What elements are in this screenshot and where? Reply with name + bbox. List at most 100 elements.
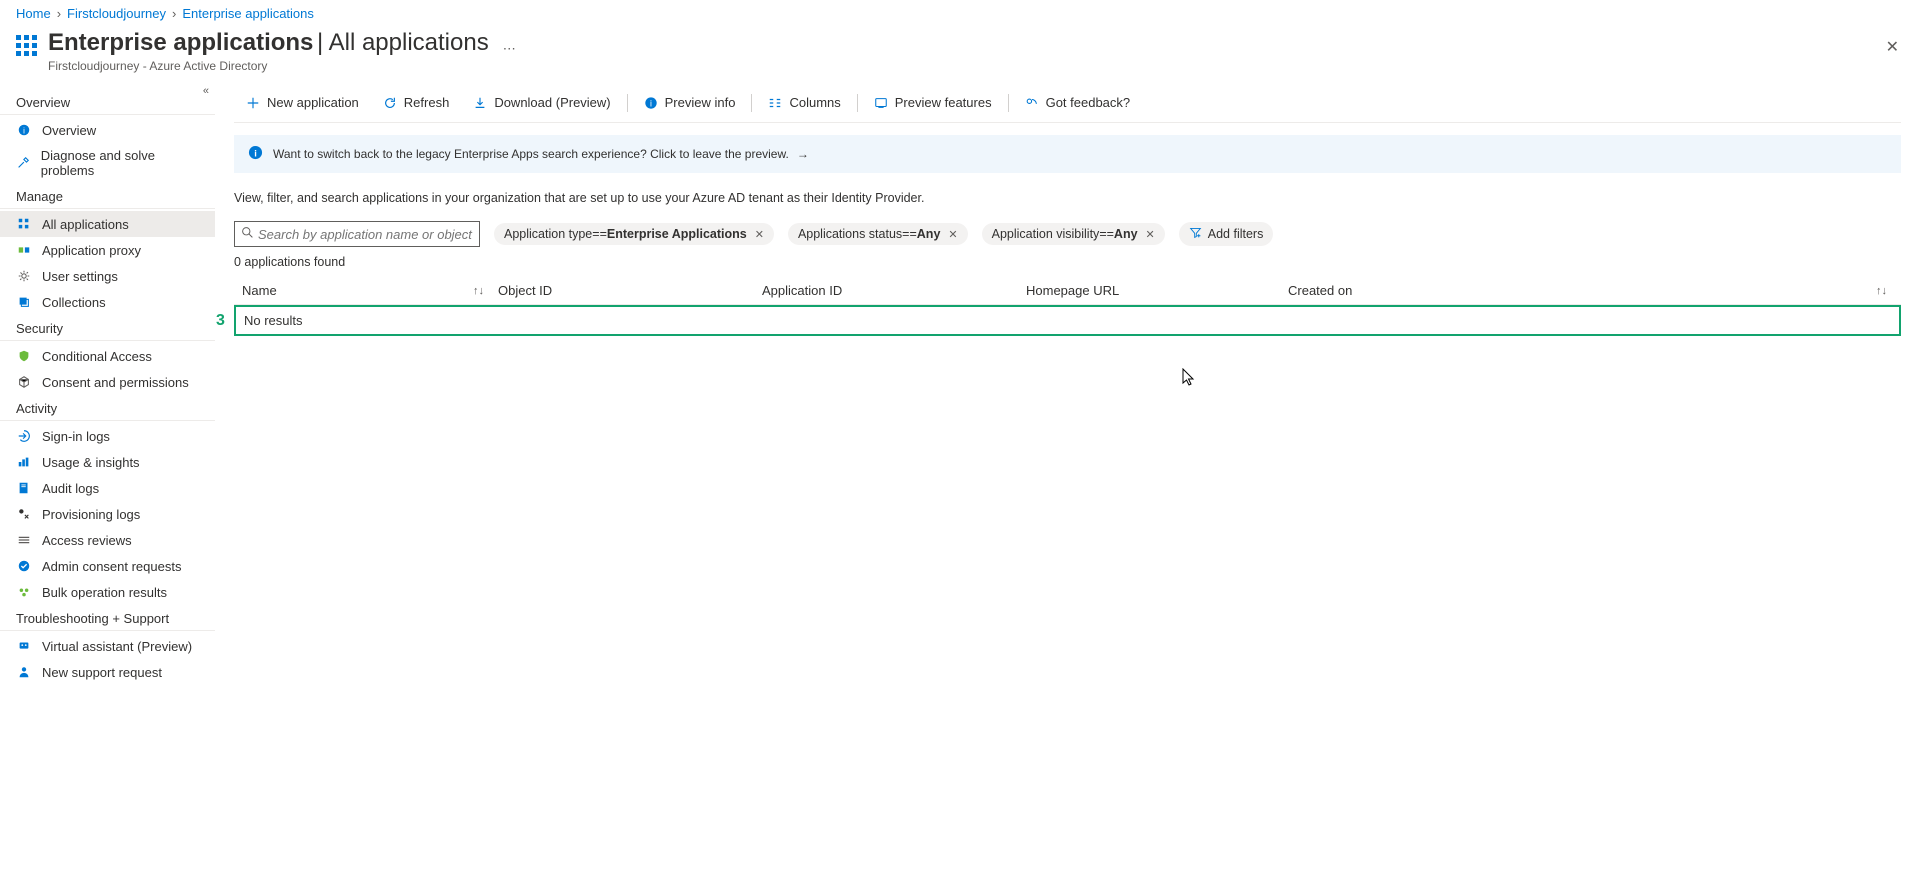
proxy-icon — [16, 242, 32, 258]
sidebar-item-user-settings[interactable]: User settings — [0, 263, 215, 289]
column-created-on[interactable]: Created on ↑↓ — [1288, 283, 1901, 298]
sort-icon[interactable]: ↑↓ — [1876, 285, 1887, 297]
sidebar: « OverviewiOverviewDiagnose and solve pr… — [0, 83, 216, 873]
sidebar-item-label: All applications — [42, 217, 129, 232]
filter-application-visibility[interactable]: Application visibility == Any ✕ — [982, 223, 1165, 245]
toolbar-label: Got feedback? — [1046, 95, 1131, 110]
info-icon: i — [248, 145, 263, 163]
new-application-button[interactable]: New application — [234, 91, 371, 114]
sidebar-item-bulk-operation-results[interactable]: Bulk operation results — [0, 579, 215, 605]
toolbar-label: Columns — [789, 95, 840, 110]
sidebar-item-usage-insights[interactable]: Usage & insights — [0, 449, 215, 475]
download-button[interactable]: Download (Preview) — [461, 91, 622, 114]
toolbar-label: Preview features — [895, 95, 992, 110]
preview-banner[interactable]: i Want to switch back to the legacy Ente… — [234, 135, 1901, 173]
column-name[interactable]: Name ↑↓ — [234, 283, 498, 298]
divider — [627, 94, 628, 112]
toolbar-label: Refresh — [404, 95, 450, 110]
search-icon — [241, 226, 254, 242]
filter-label: Add filters — [1208, 227, 1264, 241]
sort-icon[interactable]: ↑↓ — [473, 285, 484, 297]
sidebar-item-label: Virtual assistant (Preview) — [42, 639, 192, 654]
toolbar-label: New application — [267, 95, 359, 110]
collections-icon — [16, 294, 32, 310]
wrench-icon — [16, 155, 31, 171]
signin-icon — [16, 428, 32, 444]
gear-icon — [16, 268, 32, 284]
close-icon[interactable]: ✕ — [755, 228, 764, 241]
results-count: 0 applications found — [234, 255, 1901, 269]
main-content: New application Refresh Download (Previe… — [216, 83, 1919, 873]
breadcrumb-current[interactable]: Enterprise applications — [182, 6, 314, 21]
apps-icon — [16, 216, 32, 232]
mouse-cursor-icon — [1182, 368, 1196, 389]
sidebar-item-label: Bulk operation results — [42, 585, 167, 600]
access-icon — [16, 532, 32, 548]
breadcrumb-home[interactable]: Home — [16, 6, 51, 21]
divider — [751, 94, 752, 112]
svg-text:i: i — [23, 127, 25, 136]
close-icon[interactable]: ✕ — [1886, 37, 1899, 57]
add-filters-button[interactable]: Add filters — [1179, 222, 1274, 246]
sidebar-item-label: Usage & insights — [42, 455, 140, 470]
collapse-sidebar-icon[interactable]: « — [203, 85, 209, 97]
sidebar-item-label: Access reviews — [42, 533, 132, 548]
no-results-row: 3 No results — [234, 305, 1901, 336]
sidebar-item-virtual-assistant-preview-[interactable]: Virtual assistant (Preview) — [0, 633, 215, 659]
sidebar-item-new-support-request[interactable]: New support request — [0, 659, 215, 685]
assistant-icon — [16, 638, 32, 654]
sidebar-item-audit-logs[interactable]: Audit logs — [0, 475, 215, 501]
breadcrumb-tenant[interactable]: Firstcloudjourney — [67, 6, 166, 21]
close-icon[interactable]: ✕ — [1146, 228, 1155, 241]
sidebar-section-title: Manage — [0, 183, 215, 209]
plus-icon — [246, 96, 260, 110]
info-icon: i — [644, 96, 658, 110]
arrow-right-icon[interactable]: → — [797, 147, 809, 161]
info-icon: i — [16, 122, 32, 138]
preview-info-button[interactable]: i Preview info — [632, 91, 748, 114]
close-icon[interactable]: ✕ — [948, 228, 957, 241]
column-application-id[interactable]: Application ID — [762, 283, 1026, 298]
feedback-button[interactable]: Got feedback? — [1013, 91, 1143, 114]
shield-icon — [16, 348, 32, 364]
sidebar-item-collections[interactable]: Collections — [0, 289, 215, 315]
page-subtitle: | All applications — [317, 29, 489, 56]
filter-application-status[interactable]: Applications status == Any ✕ — [788, 223, 968, 245]
chart-icon — [16, 454, 32, 470]
sidebar-item-application-proxy[interactable]: Application proxy — [0, 237, 215, 263]
svg-text:i: i — [650, 98, 652, 108]
sidebar-item-conditional-access[interactable]: Conditional Access — [0, 343, 215, 369]
sidebar-item-diagnose-and-solve-problems[interactable]: Diagnose and solve problems — [0, 143, 215, 183]
sidebar-item-all-applications[interactable]: All applications — [0, 211, 215, 237]
filter-application-type[interactable]: Application type == Enterprise Applicati… — [494, 223, 774, 245]
preview-features-button[interactable]: Preview features — [862, 91, 1004, 114]
search-input[interactable] — [258, 227, 473, 242]
more-button[interactable]: ⋯ — [503, 41, 516, 57]
sidebar-item-label: User settings — [42, 269, 118, 284]
sidebar-item-label: New support request — [42, 665, 162, 680]
preview-icon — [874, 96, 888, 110]
sidebar-item-admin-consent-requests[interactable]: Admin consent requests — [0, 553, 215, 579]
column-object-id[interactable]: Object ID — [498, 283, 762, 298]
divider — [1008, 94, 1009, 112]
page-title: Enterprise applications — [48, 29, 313, 56]
columns-button[interactable]: Columns — [756, 91, 852, 114]
refresh-button[interactable]: Refresh — [371, 91, 462, 114]
banner-text: Want to switch back to the legacy Enterp… — [273, 147, 789, 161]
chevron-right-icon: › — [57, 6, 61, 21]
column-homepage-url[interactable]: Homepage URL — [1026, 283, 1288, 298]
sidebar-item-provisioning-logs[interactable]: Provisioning logs — [0, 501, 215, 527]
description-text: View, filter, and search applications in… — [234, 191, 1901, 205]
no-results-text: No results — [244, 313, 303, 328]
toolbar: New application Refresh Download (Previe… — [234, 83, 1901, 123]
search-input-wrap[interactable] — [234, 221, 480, 247]
sidebar-item-overview[interactable]: iOverview — [0, 117, 215, 143]
sidebar-item-access-reviews[interactable]: Access reviews — [0, 527, 215, 553]
feedback-icon — [1025, 96, 1039, 110]
sidebar-item-sign-in-logs[interactable]: Sign-in logs — [0, 423, 215, 449]
admin-icon — [16, 558, 32, 574]
prov-icon — [16, 506, 32, 522]
bulk-icon — [16, 584, 32, 600]
table-header: Name ↑↓ Object ID Application ID Homepag… — [234, 277, 1901, 305]
sidebar-item-consent-and-permissions[interactable]: Consent and permissions — [0, 369, 215, 395]
